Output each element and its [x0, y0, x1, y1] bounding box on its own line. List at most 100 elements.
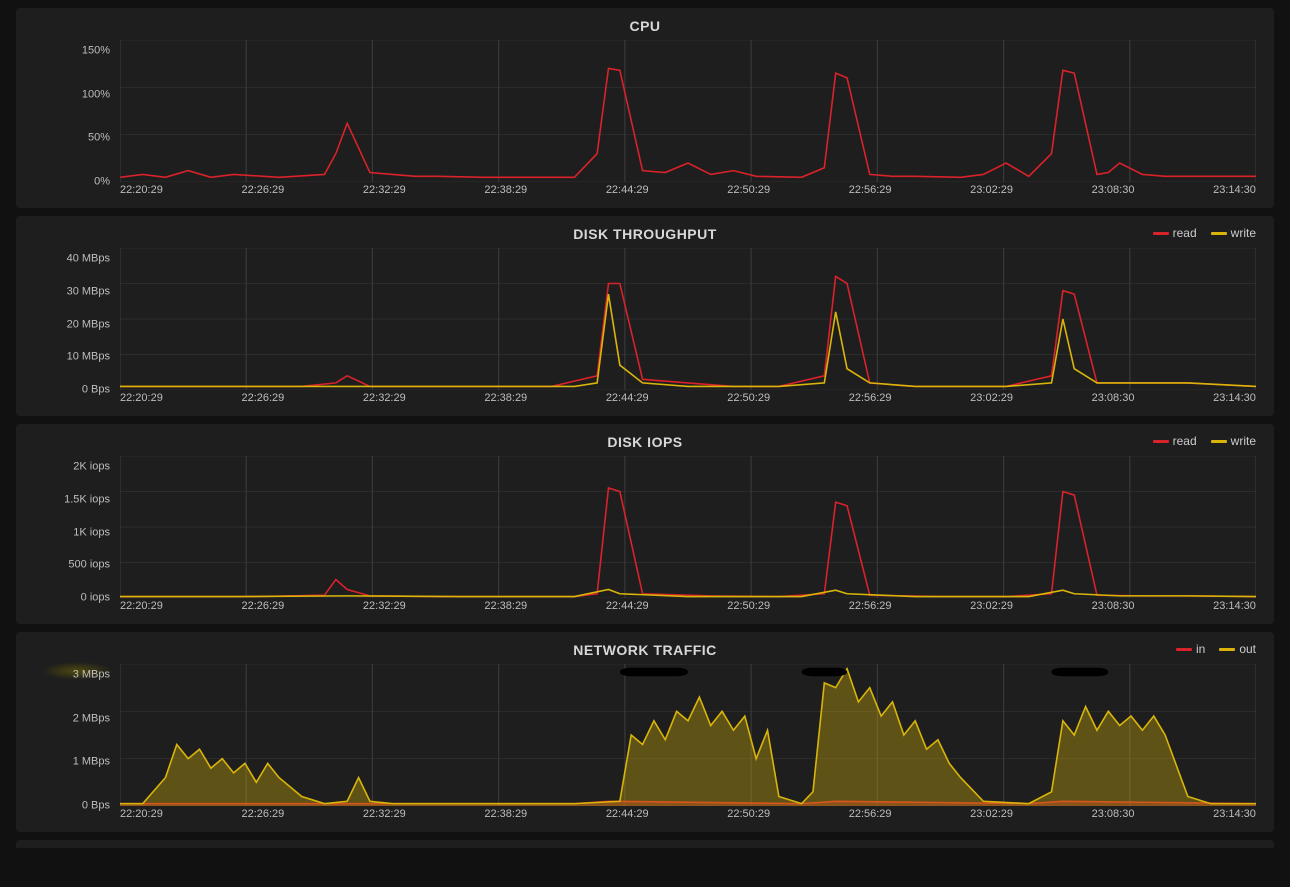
panel-title-disk: DISK THROUGHPUT: [28, 226, 1262, 242]
panel-next-stub: [16, 840, 1274, 848]
legend-item-out[interactable]: out: [1219, 642, 1256, 656]
x-tick: 23:08:30: [1092, 808, 1135, 824]
y-tick: 30 MBps: [67, 286, 110, 297]
x-tick: 22:26:29: [241, 808, 284, 824]
legend-label: out: [1239, 642, 1256, 656]
plot-iops[interactable]: [120, 456, 1256, 598]
legend-item-read[interactable]: read: [1153, 226, 1197, 240]
x-tick: 22:32:29: [363, 184, 406, 200]
y-tick: 0 iops: [81, 593, 110, 604]
x-tick: 22:38:29: [484, 808, 527, 824]
y-axis-iops: 2K iops 1.5K iops 1K iops 500 iops 0 iop…: [28, 456, 110, 598]
chart-disk[interactable]: 40 MBps 30 MBps 20 MBps 10 MBps 0 Bps 22…: [28, 248, 1262, 408]
x-tick: 23:14:30: [1213, 184, 1256, 200]
x-tick: 22:56:29: [849, 392, 892, 408]
x-tick: 23:14:30: [1213, 600, 1256, 616]
x-tick: 22:44:29: [606, 184, 649, 200]
x-tick: 22:32:29: [363, 808, 406, 824]
legend-item-read[interactable]: read: [1153, 434, 1197, 448]
y-tick: 40 MBps: [67, 254, 110, 265]
x-axis-iops: 22:20:2922:26:2922:32:2922:38:2922:44:29…: [120, 600, 1256, 616]
y-tick: 0%: [94, 176, 110, 187]
legend-iops: read write: [1153, 434, 1256, 448]
x-tick: 22:38:29: [484, 392, 527, 408]
panel-title-net: NETWORK TRAFFIC: [28, 642, 1262, 658]
plot-cpu[interactable]: [120, 40, 1256, 182]
x-tick: 22:44:29: [606, 808, 649, 824]
x-tick: 22:50:29: [727, 184, 770, 200]
plot-net[interactable]: [120, 664, 1256, 806]
panel-disk-iops[interactable]: DISK IOPS read write 2K iops 1.5K iops 1…: [16, 424, 1274, 624]
x-tick: 22:50:29: [727, 808, 770, 824]
x-tick: 22:20:29: [120, 808, 163, 824]
legend-item-in[interactable]: in: [1176, 642, 1205, 656]
x-tick: 23:02:29: [970, 184, 1013, 200]
y-tick: 1K iops: [73, 527, 110, 538]
panel-title-cpu: CPU: [28, 18, 1262, 34]
x-tick: 22:50:29: [727, 600, 770, 616]
x-tick: 23:08:30: [1092, 392, 1135, 408]
chart-iops[interactable]: 2K iops 1.5K iops 1K iops 500 iops 0 iop…: [28, 456, 1262, 616]
x-tick: 22:56:29: [849, 184, 892, 200]
y-axis-cpu: 150% 100% 50% 0%: [28, 40, 110, 182]
legend-item-write[interactable]: write: [1211, 226, 1256, 240]
x-tick: 23:08:30: [1092, 600, 1135, 616]
panel-network[interactable]: NETWORK TRAFFIC in out 3 MBps 2 MBps 1 M…: [16, 632, 1274, 832]
legend-swatch-icon: [1153, 232, 1169, 235]
y-tick: 0 Bps: [82, 800, 110, 811]
x-tick: 22:20:29: [120, 184, 163, 200]
plot-disk[interactable]: [120, 248, 1256, 390]
x-tick: 22:50:29: [727, 392, 770, 408]
x-tick: 22:20:29: [120, 600, 163, 616]
x-tick: 22:32:29: [363, 600, 406, 616]
x-tick: 22:32:29: [363, 392, 406, 408]
legend-label: read: [1173, 434, 1197, 448]
x-axis-net: 22:20:29 22:26:29 22:32:29 22:38:29 22:44:29…: [120, 808, 1256, 824]
chart-net[interactable]: 3 MBps 2 MBps 1 MBps 0 Bps 22:20:29 22:26…: [28, 664, 1262, 824]
x-tick: 23:02:29: [970, 392, 1013, 408]
x-tick: 22:44:29: [606, 392, 649, 408]
panel-cpu[interactable]: CPU 150% 100% 50% 0% 22:20:2922:26:2922:…: [16, 8, 1274, 208]
x-tick: 23:08:30: [1092, 184, 1135, 200]
x-tick: 22:56:29: [849, 808, 892, 824]
legend-swatch-icon: [1211, 232, 1227, 235]
y-tick: 3 MBps: [73, 670, 110, 681]
x-tick: 22:20:29: [120, 392, 163, 408]
x-tick: 22:56:29: [849, 600, 892, 616]
legend-label: in: [1196, 642, 1205, 656]
y-tick: 50%: [88, 133, 110, 144]
legend-label: read: [1173, 226, 1197, 240]
x-tick: 23:02:29: [970, 600, 1013, 616]
y-tick: 1.5K iops: [64, 494, 110, 505]
y-tick: 10 MBps: [67, 352, 110, 363]
x-axis-cpu: 22:20:29 22:26:29 22:32:29 22:38:29 22:44:29…: [120, 184, 1256, 200]
y-tick: 1 MBps: [73, 757, 110, 768]
panel-title-iops: DISK IOPS: [28, 434, 1262, 450]
y-tick: 150%: [82, 46, 110, 57]
legend-swatch-icon: [1176, 648, 1192, 651]
x-tick: 23:14:30: [1213, 392, 1256, 408]
legend-label: write: [1231, 226, 1256, 240]
x-tick: 23:14:30: [1213, 808, 1256, 824]
y-tick: 2 MBps: [73, 713, 110, 724]
x-tick: 22:38:29: [484, 600, 527, 616]
y-tick: 0 Bps: [82, 385, 110, 396]
y-axis-net: 3 MBps 2 MBps 1 MBps 0 Bps: [28, 664, 110, 806]
panel-disk-throughput[interactable]: DISK THROUGHPUT read write 40 MBps 30 MB…: [16, 216, 1274, 416]
y-axis-disk: 40 MBps 30 MBps 20 MBps 10 MBps 0 Bps: [28, 248, 110, 390]
x-tick: 22:26:29: [241, 392, 284, 408]
y-tick: 500 iops: [68, 560, 110, 571]
x-tick: 22:26:29: [241, 600, 284, 616]
legend-swatch-icon: [1219, 648, 1235, 651]
y-tick: 2K iops: [73, 462, 110, 473]
chart-cpu[interactable]: 150% 100% 50% 0% 22:20:29 22:26:29 22:32:2…: [28, 40, 1262, 200]
legend-label: write: [1231, 434, 1256, 448]
legend-disk: read write: [1153, 226, 1256, 240]
x-tick: 22:38:29: [484, 184, 527, 200]
y-tick: 100%: [82, 89, 110, 100]
legend-item-write[interactable]: write: [1211, 434, 1256, 448]
legend-net: in out: [1176, 642, 1256, 656]
x-tick: 23:02:29: [970, 808, 1013, 824]
legend-swatch-icon: [1153, 440, 1169, 443]
x-tick: 22:26:29: [241, 184, 284, 200]
